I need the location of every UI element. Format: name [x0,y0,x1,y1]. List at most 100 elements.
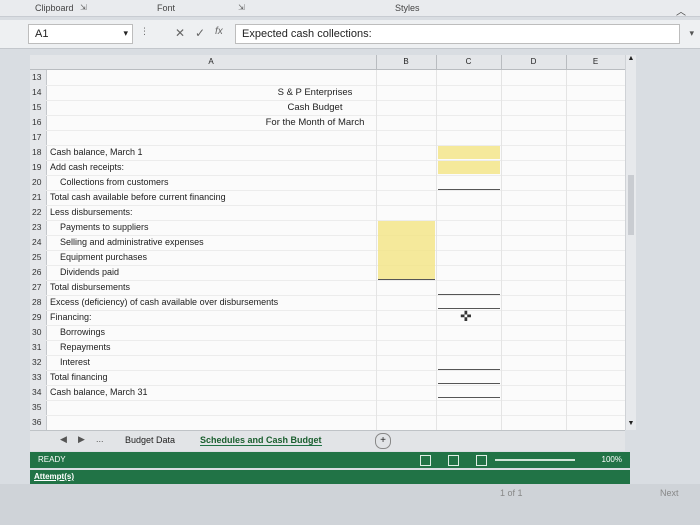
clipboard-group-label: Clipboard [35,3,74,13]
row-number[interactable]: 35 [32,402,41,412]
row-headers: 13 14 15 16 17 18 19 20 21 22 23 24 25 2… [30,70,47,430]
status-ready: READY [38,455,66,464]
row-number[interactable]: 20 [32,177,41,187]
row-number[interactable]: 16 [32,117,41,127]
total-underline [438,189,500,190]
row-number[interactable]: 23 [32,222,41,232]
cell-a22[interactable]: Less disbursements: [50,207,133,217]
row-number[interactable]: 29 [32,312,41,322]
sheet-tabs-bar: ◀ ▶ ... Budget Data Schedules and Cash B… [30,430,625,451]
worksheet-grid[interactable]: 13 14 15 16 17 18 19 20 21 22 23 24 25 2… [30,70,625,430]
page-layout-view-icon[interactable] [448,455,459,466]
row-number[interactable]: 25 [32,252,41,262]
row-number[interactable]: 13 [32,72,41,82]
insert-function-icon[interactable]: fx [215,26,223,37]
clipboard-launcher-icon[interactable]: ⇲ [80,3,87,12]
scroll-up-icon[interactable]: ▲ [626,55,636,65]
cell-a25[interactable]: Equipment purchases [60,252,147,262]
vertical-scrollbar[interactable]: ▲ ▼ [625,55,636,430]
cell-a30[interactable]: Borrowings [60,327,105,337]
zoom-slider[interactable] [495,459,575,461]
budget-period: For the Month of March [265,117,365,128]
column-header-a[interactable]: A [46,57,376,66]
row-number[interactable]: 27 [32,282,41,292]
total-underline [438,369,500,370]
cell-a26[interactable]: Dividends paid [60,267,119,277]
formula-value: Expected cash collections: [242,28,372,40]
company-name: S & P Enterprises [277,87,353,98]
status-bar: READY 100% [30,452,630,468]
row-number[interactable]: 36 [32,417,41,427]
next-sheet-icon[interactable]: ▶ [78,434,85,445]
zoom-level[interactable]: 100% [602,455,622,464]
row-number[interactable]: 24 [32,237,41,247]
cell-a32[interactable]: Interest [60,357,90,367]
total-underline [438,383,500,384]
name-box-value: A1 [35,28,49,40]
cell-a21[interactable]: Total cash available before current fina… [50,192,226,202]
font-group-label: Font [157,3,176,13]
cell-a23[interactable]: Payments to suppliers [60,222,149,232]
name-box[interactable]: A1 ▾ [28,24,133,44]
cell-a24[interactable]: Selling and administrative expenses [60,237,204,247]
prev-sheet-icon[interactable]: ◀ [60,434,67,445]
chevron-down-icon[interactable]: ▾ [123,28,128,39]
cell-a18[interactable]: Cash balance, March 1 [50,147,143,157]
enter-icon[interactable]: ✓ [195,26,205,40]
input-cells-b23-b26[interactable] [378,221,435,279]
row-number[interactable]: 14 [32,87,41,97]
cell-a27[interactable]: Total disbursements [50,282,130,292]
styles-group-label: Styles [395,3,420,13]
column-header-c[interactable]: C [436,57,501,66]
row-number[interactable]: 31 [32,342,41,352]
row-number[interactable]: 22 [32,207,41,217]
row-number[interactable]: 28 [32,297,41,307]
cancel-icon[interactable]: ✕ [175,26,185,40]
tab-budget-data[interactable]: Budget Data [125,435,175,445]
column-headers: A B C D E [30,55,630,70]
total-underline [378,279,435,280]
input-cell-c18[interactable] [438,146,500,159]
cell-cursor-icon: ✜ [460,308,472,324]
cell-a29[interactable]: Financing: [50,312,92,322]
row-number[interactable]: 33 [32,372,41,382]
next-button[interactable]: Next [660,488,679,498]
column-header-e[interactable]: E [566,57,625,66]
more-sheets-icon[interactable]: ... [96,434,104,444]
row-number[interactable]: 30 [32,327,41,337]
row-number[interactable]: 34 [32,387,41,397]
formula-bar: A1 ▾ ⋮ ✕ ✓ fx Expected cash collections:… [0,20,700,49]
scroll-thumb[interactable] [628,175,634,235]
page-indicator: 1 of 1 [500,488,523,498]
cell-a19[interactable]: Add cash receipts: [50,162,124,172]
row-number[interactable]: 21 [32,192,41,202]
cell-a20[interactable]: Collections from customers [60,177,169,187]
column-header-b[interactable]: B [376,57,436,66]
input-cell-c19[interactable] [438,161,500,174]
scroll-down-icon[interactable]: ▼ [626,420,636,430]
column-header-d[interactable]: D [501,57,566,66]
row-number[interactable]: 18 [32,147,41,157]
ribbon-group-labels: Clipboard ⇲ Font ⇲ Styles ︿ [0,0,700,18]
cell-a33[interactable]: Total financing [50,372,108,382]
font-launcher-icon[interactable]: ⇲ [238,3,245,12]
row-number[interactable]: 17 [32,132,41,142]
row-number[interactable]: 15 [32,102,41,112]
collapse-ribbon-icon[interactable]: ︿ [676,3,686,18]
page-break-view-icon[interactable] [476,455,487,466]
formula-input[interactable]: Expected cash collections: [235,24,680,44]
cell-a34[interactable]: Cash balance, March 31 [50,387,148,397]
row-number[interactable]: 32 [32,357,41,367]
cell-a31[interactable]: Repayments [60,342,111,352]
row-number[interactable]: 19 [32,162,41,172]
tab-schedules-and-cash-budget[interactable]: Schedules and Cash Budget [200,435,322,446]
normal-view-icon[interactable] [420,455,431,466]
row-number[interactable]: 26 [32,267,41,277]
add-sheet-icon[interactable]: + [375,433,391,449]
total-underline [438,397,500,398]
expand-formula-bar-icon[interactable]: ▾ [689,28,694,39]
page-footer: 1 of 1 Next [0,484,700,525]
cell-a28[interactable]: Excess (deficiency) of cash available ov… [50,297,278,307]
budget-title: Cash Budget [287,102,343,113]
attempts-link[interactable]: Attempt(s) [34,472,74,481]
